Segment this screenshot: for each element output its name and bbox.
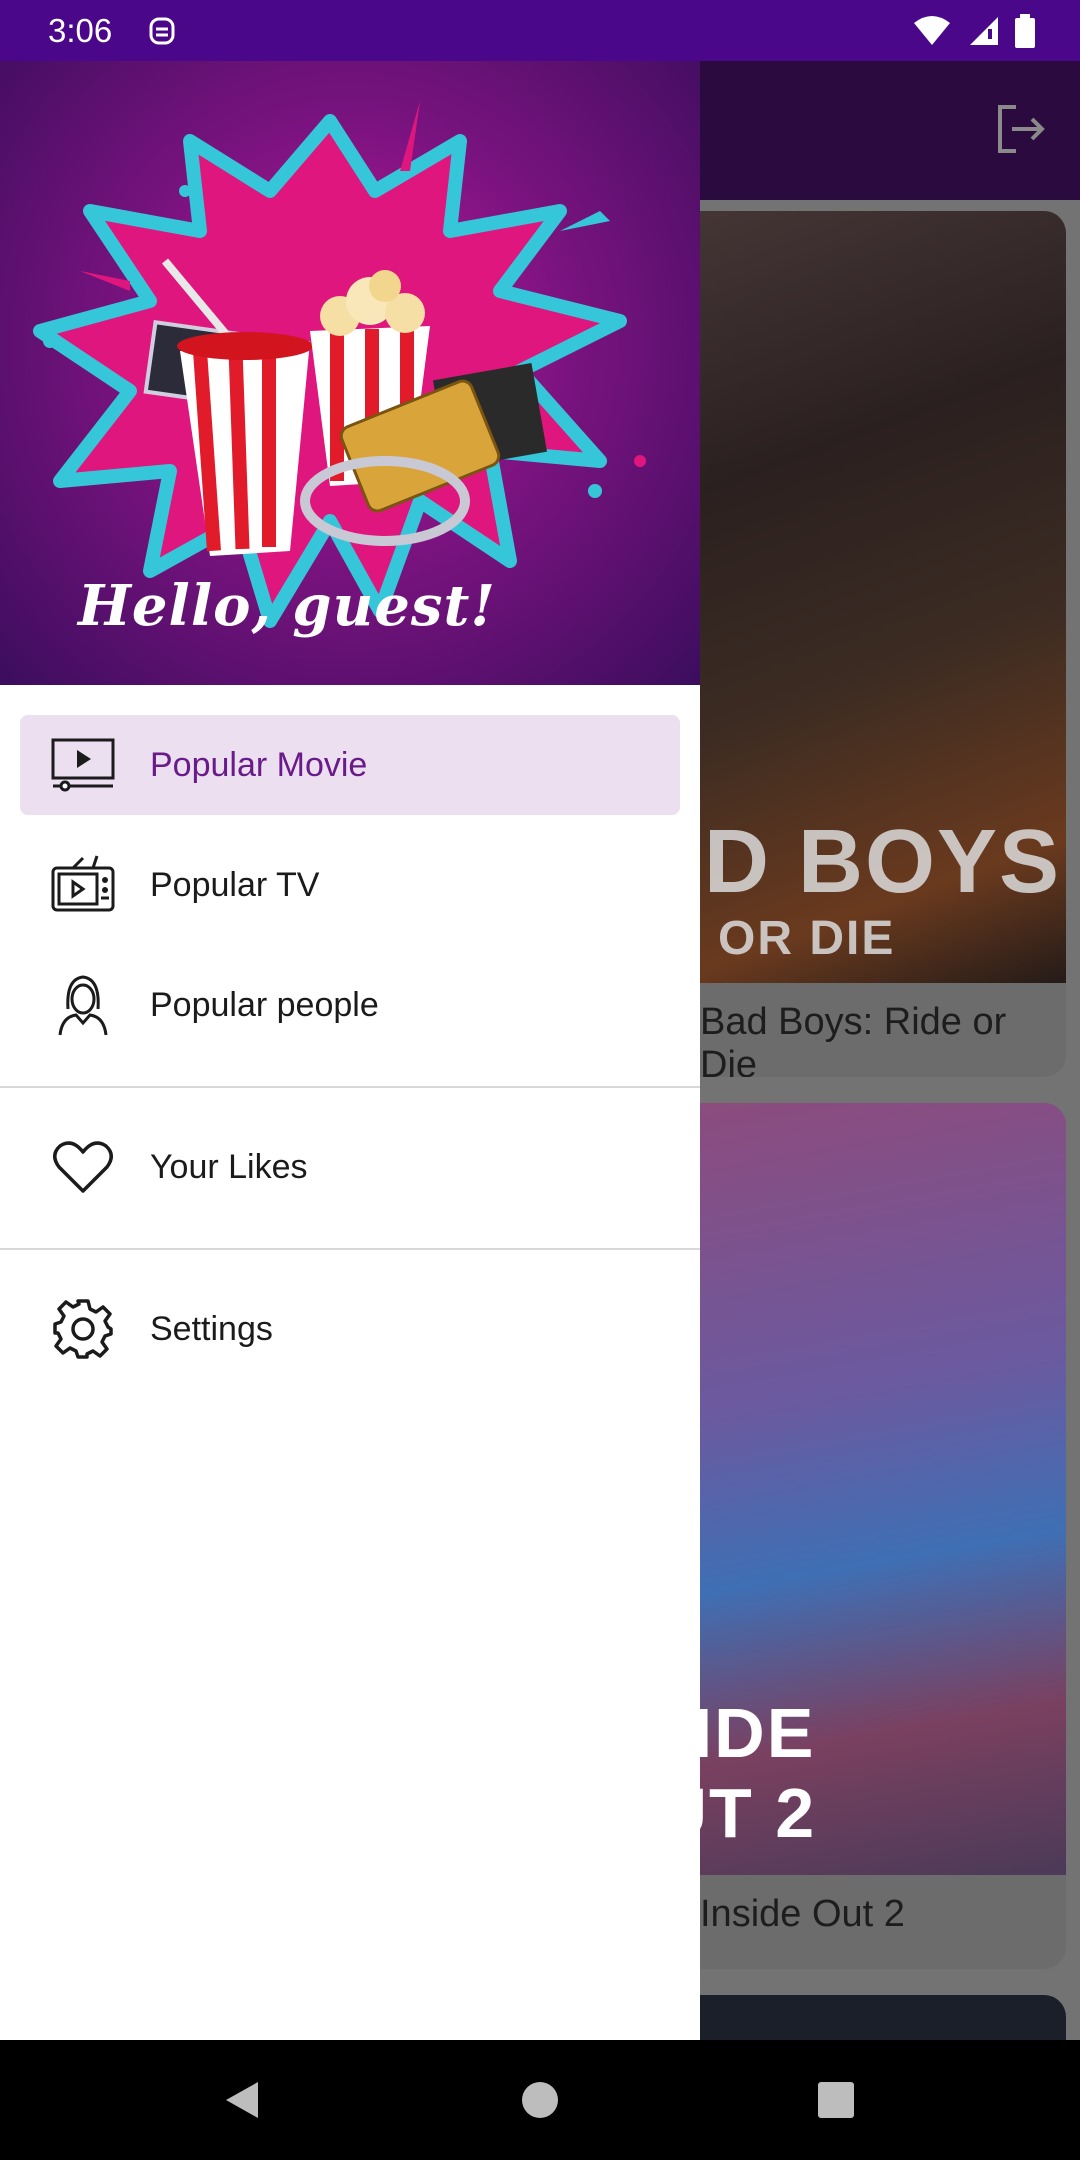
status-bar: 3:06 xyxy=(0,0,1080,61)
gear-icon xyxy=(50,1296,116,1362)
person-icon xyxy=(50,972,116,1038)
movie-title: Inside Out 2 xyxy=(700,1893,905,1935)
greeting-text: Hello, guest! xyxy=(78,573,496,639)
back-button[interactable] xyxy=(220,2078,264,2122)
system-navigation-bar xyxy=(0,2040,1080,2160)
home-button[interactable] xyxy=(518,2078,562,2122)
nav-item-settings[interactable]: Settings xyxy=(20,1279,680,1379)
nav-item-label: Popular Movie xyxy=(150,745,368,784)
navigation-drawer: Hello, guest! Popular Movie Popular TV P… xyxy=(0,61,700,2040)
battery-icon xyxy=(1015,13,1035,48)
wifi-icon xyxy=(914,15,950,45)
heart-icon xyxy=(50,1134,116,1200)
nav-item-popular-tv[interactable]: Popular TV xyxy=(20,835,680,935)
nav-item-label: Popular people xyxy=(150,985,379,1024)
nav-item-popular-people[interactable]: Popular people xyxy=(20,955,680,1055)
signal-icon xyxy=(970,16,998,45)
divider xyxy=(0,1248,700,1250)
nav-item-label: Your Likes xyxy=(150,1147,308,1186)
nav-item-label: Popular TV xyxy=(150,865,320,904)
recents-button[interactable] xyxy=(814,2078,858,2122)
nav-item-popular-movie[interactable]: Popular Movie xyxy=(20,715,680,815)
nav-item-your-likes[interactable]: Your Likes xyxy=(20,1117,680,1217)
status-time: 3:06 xyxy=(48,11,113,49)
movie-title: Bad Boys: Ride or Die xyxy=(700,1001,1007,1077)
movie-screen-icon xyxy=(50,732,116,798)
drawer-header: Hello, guest! xyxy=(0,61,700,685)
tv-icon xyxy=(50,852,116,918)
logout-icon[interactable] xyxy=(992,101,1048,157)
nav-item-label: Settings xyxy=(150,1309,273,1348)
notification-app-icon xyxy=(149,17,175,44)
divider xyxy=(0,1086,700,1088)
